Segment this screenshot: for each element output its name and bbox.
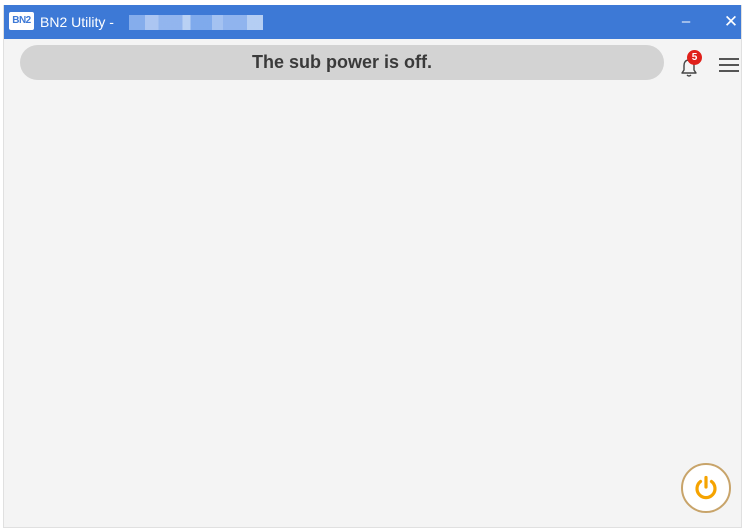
app-window: BN2 BN2 Utility - – ✕ The sub power is o… [3,5,742,528]
redacted-title-segment [129,15,263,30]
notification-count-badge: 5 [687,50,702,65]
hamburger-menu-icon-line [719,70,739,72]
power-button[interactable] [681,463,731,513]
status-banner: The sub power is off. [20,45,664,80]
power-icon [695,475,717,500]
app-logo: BN2 [9,12,34,30]
title-bar[interactable]: BN2 BN2 Utility - – ✕ [4,5,741,39]
minimize-button[interactable]: – [664,5,708,39]
close-button[interactable]: ✕ [709,5,741,39]
menu-button[interactable] [716,53,740,77]
window-title: BN2 Utility - [40,14,114,30]
hamburger-menu-icon [719,58,739,60]
hamburger-menu-icon-line [719,64,739,66]
notifications-button[interactable]: 5 [676,50,706,80]
